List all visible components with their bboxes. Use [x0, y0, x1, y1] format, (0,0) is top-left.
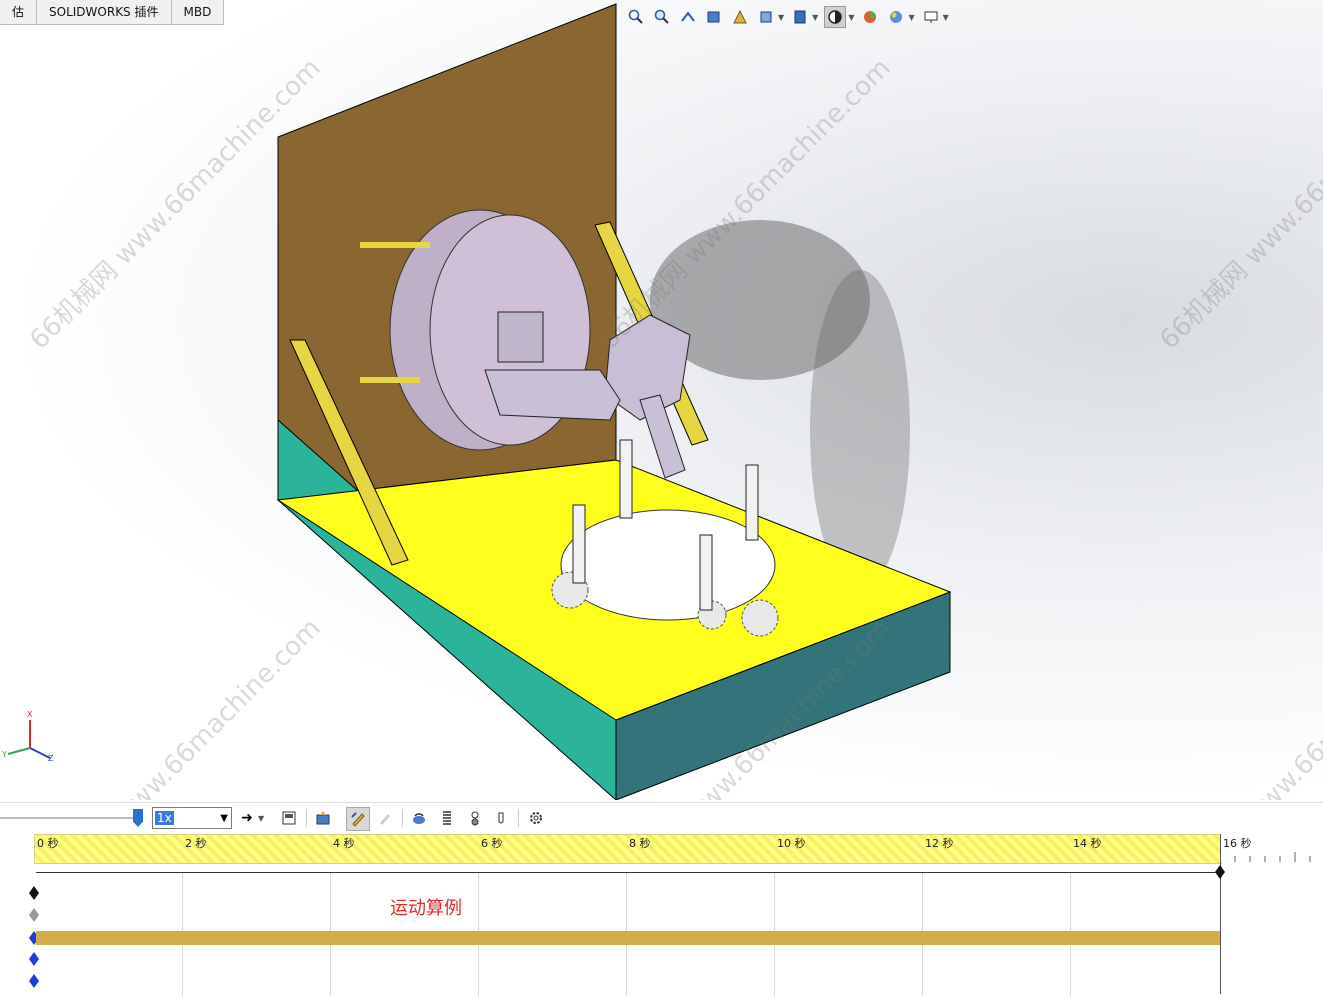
heads-up-view-toolbar: ▼ ▼ ▼ ▼ ▼ — [626, 6, 949, 28]
apply-scene-icon[interactable] — [886, 7, 906, 27]
tick-value: 4 — [333, 837, 340, 850]
playback-slider-track[interactable] — [0, 817, 140, 819]
end-key-point[interactable] — [1215, 865, 1225, 879]
arm-link — [484, 369, 621, 421]
servo-motor — [497, 311, 544, 363]
motion-change-bar[interactable] — [36, 931, 1220, 945]
previous-view-icon[interactable] — [678, 7, 698, 27]
view-settings-icon[interactable] — [921, 7, 941, 27]
tab-mbd[interactable]: MBD — [172, 0, 225, 24]
tick-label: 16 秒 — [1223, 837, 1252, 850]
turntable-fork — [619, 439, 633, 519]
triad-y-label: Y — [2, 750, 7, 759]
tick-label: 12 秒 — [925, 837, 954, 850]
triad-z-label: Z — [48, 754, 54, 763]
playback-speed-select[interactable]: 1x ▼ — [152, 807, 232, 829]
tick-label: 0 秒 — [37, 837, 59, 850]
hide-show-icon[interactable] — [824, 6, 847, 28]
motion-timeline[interactable]: 0 秒 2 秒 4 秒 6 秒 8 秒 10 秒 12 秒 14 秒 16 秒 … — [0, 832, 1323, 996]
model-shadow — [810, 270, 910, 590]
autokey-icon[interactable] — [346, 807, 370, 831]
tab-solidworks-addins[interactable]: SOLIDWORKS 插件 — [37, 0, 172, 24]
graphics-viewport[interactable]: 66机械网 www.66machine.com 66机械网 www.66mach… — [0, 0, 1323, 800]
key-point[interactable] — [29, 886, 39, 900]
key-point[interactable] — [29, 974, 39, 988]
tick-value: 8 — [629, 837, 636, 850]
toolbar-separator — [518, 809, 519, 827]
tick-value: 16 — [1223, 837, 1237, 850]
command-manager-tabs: 估 SOLIDWORKS 插件 MBD — [0, 0, 225, 25]
tick-label: 14 秒 — [1073, 837, 1102, 850]
chevron-down-icon[interactable]: ▼ — [220, 813, 231, 824]
chevron-down-icon[interactable]: ▼ — [258, 814, 264, 823]
motor-icon[interactable] — [408, 807, 430, 829]
tick-label: 2 秒 — [185, 837, 207, 850]
playback-slider-thumb[interactable] — [133, 809, 143, 827]
contact-icon[interactable] — [464, 807, 486, 829]
spring-icon[interactable] — [436, 807, 458, 829]
turntable — [560, 509, 776, 621]
add-key-icon[interactable] — [374, 807, 396, 829]
end-time-marker[interactable] — [1220, 834, 1221, 994]
chevron-down-icon[interactable]: ▼ — [778, 13, 784, 22]
tick-value: 6 — [481, 837, 488, 850]
dynamic-annotation-icon[interactable] — [730, 7, 750, 27]
section-view-icon[interactable] — [704, 7, 724, 27]
zoom-to-fit-icon[interactable] — [626, 7, 646, 27]
tick-value: 2 — [185, 837, 192, 850]
tab-evaluate[interactable]: 估 — [0, 0, 38, 24]
animation-wizard-icon[interactable] — [312, 807, 334, 829]
timeline-ruler[interactable] — [34, 834, 1222, 864]
chevron-down-icon[interactable]: ▼ — [848, 13, 854, 22]
key-point[interactable] — [29, 952, 39, 966]
toolbar-separator — [402, 809, 403, 827]
chevron-down-icon[interactable]: ▼ — [908, 13, 914, 22]
tick-label: 10 秒 — [777, 837, 806, 850]
view-orientation-icon[interactable] — [756, 7, 776, 27]
turntable-fork — [572, 504, 586, 584]
tick-label: 4 秒 — [333, 837, 355, 850]
zoom-area-icon[interactable] — [652, 7, 672, 27]
motion-study-label: 运动算例 — [390, 898, 462, 919]
turntable-fork — [699, 534, 713, 611]
play-mode-icon[interactable]: ➜ — [236, 807, 258, 829]
gravity-icon[interactable] — [490, 807, 512, 829]
tick-value: 14 — [1073, 837, 1087, 850]
display-style-icon[interactable] — [790, 7, 810, 27]
reference-triad: X Z Y — [2, 710, 62, 770]
playback-speed-value: 1x — [155, 811, 174, 825]
gear — [741, 599, 779, 637]
chevron-down-icon[interactable]: ▼ — [943, 13, 949, 22]
tick-value: 10 — [777, 837, 791, 850]
results-gear-icon[interactable] — [525, 807, 547, 829]
toolbar-separator — [306, 809, 307, 827]
assembly-model[interactable] — [0, 0, 1323, 800]
time-bar[interactable] — [36, 872, 1220, 873]
tick-value: 12 — [925, 837, 939, 850]
save-animation-icon[interactable] — [278, 807, 300, 829]
tick-label: 8 秒 — [629, 837, 651, 850]
chevron-down-icon[interactable]: ▼ — [812, 13, 818, 22]
edit-appearance-icon[interactable] — [860, 7, 880, 27]
tick-value: 0 — [37, 837, 44, 850]
motion-manager-toolbar: 1x ▼ ➜ ▼ — [0, 802, 1323, 833]
key-point[interactable] — [29, 908, 39, 922]
tick-label: 6 秒 — [481, 837, 503, 850]
triad-x-label: X — [27, 710, 33, 719]
turntable-fork — [745, 464, 759, 541]
